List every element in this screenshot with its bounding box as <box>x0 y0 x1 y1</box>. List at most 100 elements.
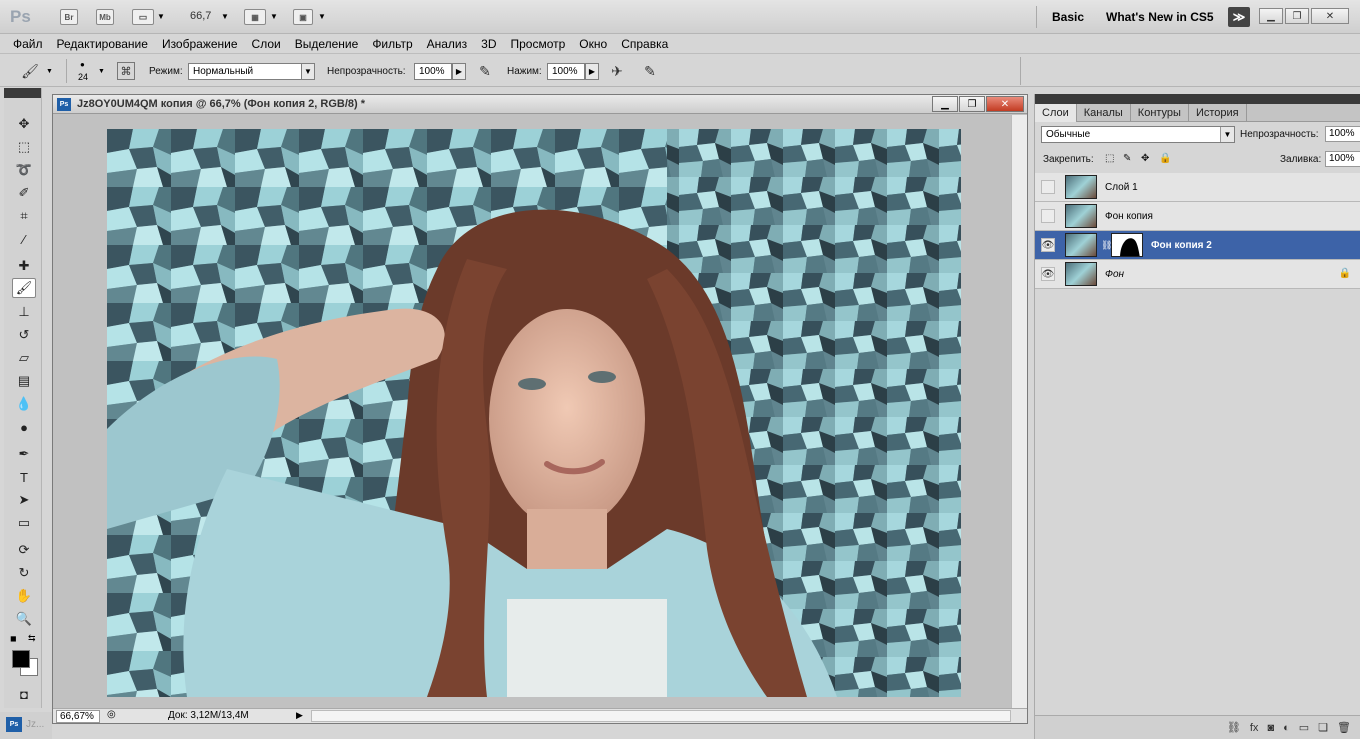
zoom-tool-icon[interactable]: 🔍 <box>12 609 36 629</box>
menu-layer[interactable]: Слои <box>252 37 281 51</box>
tablet-pressure-opacity-icon[interactable]: ✎ <box>475 61 495 81</box>
tools-panel-grip[interactable] <box>4 88 41 98</box>
restore-button[interactable]: ❐ <box>1285 8 1309 24</box>
brush-tool-icon[interactable]: 🖌 <box>12 278 36 298</box>
brush-size[interactable]: 24 <box>78 72 88 82</box>
path-selection-tool-icon[interactable]: ➤ <box>12 490 36 510</box>
status-menu-arrow-icon[interactable]: ▶ <box>296 710 303 721</box>
quick-selection-tool-icon[interactable]: ✐ <box>12 183 36 203</box>
quick-mask-icon[interactable]: ◘ <box>12 684 36 704</box>
lock-transparency-icon[interactable]: ⬚ <box>1105 153 1114 164</box>
document-minimize-button[interactable]: ▁ <box>932 96 958 112</box>
lock-position-icon[interactable]: ✥ <box>1141 153 1149 164</box>
document-restore-button[interactable]: ❐ <box>959 96 985 112</box>
tool-preset-dropdown-icon[interactable]: ▼ <box>46 68 53 75</box>
close-button[interactable]: ✕ <box>1311 8 1349 24</box>
view-extras-button[interactable]: ▭ <box>132 9 154 25</box>
screen-mode-dropdown-icon[interactable]: ▼ <box>318 12 326 21</box>
blur-tool-icon[interactable]: 💧 <box>12 394 36 414</box>
eraser-tool-icon[interactable]: ▱ <box>12 348 36 368</box>
minimized-document[interactable]: Ps Jz... <box>0 712 52 739</box>
eye-icon[interactable]: 👁 <box>1041 267 1055 281</box>
dodge-tool-icon[interactable]: ● <box>12 417 36 437</box>
zoom-level[interactable]: 66,7 <box>190 10 211 22</box>
marquee-tool-icon[interactable]: ⬚ <box>12 137 36 157</box>
tab-channels[interactable]: Каналы <box>1077 104 1131 122</box>
swap-colors-icon[interactable]: ⇆ <box>28 633 36 644</box>
airbrush-icon[interactable]: ✈ <box>607 61 627 81</box>
workspace-whats-new[interactable]: What's New in CS5 <box>1106 10 1214 24</box>
status-zoom-icon[interactable]: ◎ <box>107 709 116 720</box>
new-group-icon[interactable]: ▭ <box>1299 721 1309 734</box>
layer-visibility-toggle[interactable] <box>1041 209 1055 223</box>
view-extras-dropdown-icon[interactable]: ▼ <box>157 12 165 21</box>
layer-style-icon[interactable]: fx <box>1250 722 1259 734</box>
tablet-pressure-size-icon[interactable]: ✎ <box>640 61 660 81</box>
lock-all-icon[interactable]: 🔒 <box>1159 153 1171 164</box>
tab-layers[interactable]: Слои <box>1035 104 1077 122</box>
canvas-area[interactable] <box>53 115 1011 709</box>
default-colors-icon[interactable]: ◼ <box>10 634 17 643</box>
menu-select[interactable]: Выделение <box>295 37 359 51</box>
workspace-basic[interactable]: Basic <box>1052 10 1084 24</box>
history-brush-tool-icon[interactable]: ↺ <box>12 325 36 345</box>
mini-bridge-button[interactable]: Mb <box>96 9 114 25</box>
menu-image[interactable]: Изображение <box>162 37 238 51</box>
hand-tool-icon[interactable]: ✋ <box>12 586 36 606</box>
menu-analysis[interactable]: Анализ <box>427 37 468 51</box>
arrange-documents-button[interactable]: ▦ <box>244 9 266 25</box>
eyedropper-tool-icon[interactable]: ⁄ <box>12 229 36 249</box>
type-tool-icon[interactable]: T <box>12 467 36 487</box>
blend-mode-select[interactable]: Обычные ▼ <box>1041 126 1235 143</box>
3d-rotate-tool-icon[interactable]: ⟳ <box>12 540 36 560</box>
layer-visibility-toggle[interactable] <box>1041 180 1055 194</box>
horizontal-scrollbar[interactable] <box>311 710 1011 722</box>
menu-edit[interactable]: Редактирование <box>57 37 148 51</box>
3d-orbit-tool-icon[interactable]: ↻ <box>12 563 36 583</box>
gradient-tool-icon[interactable]: ▤ <box>12 371 36 391</box>
menu-window[interactable]: Окно <box>579 37 607 51</box>
canvas-image[interactable] <box>107 129 961 697</box>
menu-help[interactable]: Справка <box>621 37 668 51</box>
bridge-button[interactable]: Br <box>60 9 78 25</box>
clone-stamp-tool-icon[interactable]: ⊥ <box>12 302 36 322</box>
brush-tool-preset-icon[interactable]: 🖌 <box>20 61 40 81</box>
arrange-dropdown-icon[interactable]: ▼ <box>270 12 278 21</box>
move-tool-icon[interactable]: ✥ <box>12 114 36 134</box>
adjustment-layer-icon[interactable]: ◐ <box>1283 722 1290 734</box>
layer-row[interactable]: 👁 Фон 🔒 <box>1035 260 1360 289</box>
link-layers-icon[interactable]: ⛓ <box>1227 721 1241 734</box>
brush-panel-toggle-icon[interactable]: ⌘ <box>117 62 135 80</box>
minimize-button[interactable]: ▁ <box>1259 8 1283 24</box>
foreground-color-swatch[interactable] <box>12 650 30 668</box>
blend-mode-dropdown-icon[interactable]: ▼ <box>1220 127 1234 142</box>
add-mask-icon[interactable]: ◙ <box>1267 722 1274 734</box>
mode-dropdown-icon[interactable]: ▼ <box>301 63 315 80</box>
brush-picker-dropdown-icon[interactable]: ▼ <box>98 68 105 75</box>
zoom-dropdown-icon[interactable]: ▼ <box>221 12 229 21</box>
delete-layer-icon[interactable]: 🗑 <box>1337 721 1351 734</box>
lasso-tool-icon[interactable]: ➰ <box>12 160 36 180</box>
layer-mask-thumbnail[interactable] <box>1111 233 1143 257</box>
rectangle-tool-icon[interactable]: ▭ <box>12 513 36 533</box>
menu-view[interactable]: Просмотр <box>510 37 565 51</box>
fill-input[interactable]: 100% <box>1325 151 1360 167</box>
pen-tool-icon[interactable]: ✒ <box>12 444 36 464</box>
layer-row-selected[interactable]: 👁 ⛓ Фон копия 2 <box>1035 231 1360 260</box>
healing-brush-tool-icon[interactable]: ✚ <box>12 256 36 276</box>
opacity-slider-icon[interactable]: ▶ <box>452 63 466 80</box>
screen-mode-button[interactable]: ▣ <box>293 9 313 25</box>
layer-row[interactable]: Фон копия <box>1035 202 1360 231</box>
panel-grip[interactable] <box>1035 94 1360 104</box>
lock-image-icon[interactable]: ✎ <box>1123 153 1131 164</box>
menu-file[interactable]: Файл <box>13 37 43 51</box>
crop-tool-icon[interactable]: ⌗ <box>12 206 36 226</box>
flow-input[interactable]: 100% <box>547 63 585 80</box>
mode-select[interactable]: Нормальный <box>188 63 302 80</box>
flow-slider-icon[interactable]: ▶ <box>585 63 599 80</box>
layer-row[interactable]: Слой 1 <box>1035 173 1360 202</box>
more-workspaces-button[interactable]: ≫ <box>1228 7 1250 27</box>
menu-3d[interactable]: 3D <box>481 37 496 51</box>
new-layer-icon[interactable]: ❏ <box>1318 721 1328 734</box>
status-zoom[interactable]: 66,67% <box>56 710 100 723</box>
